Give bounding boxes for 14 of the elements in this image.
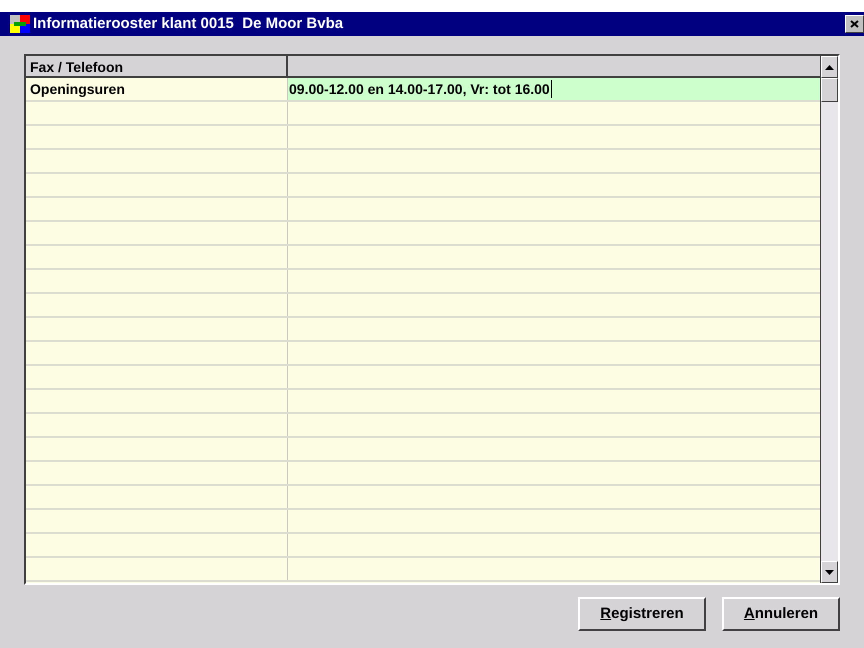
app-icon — [10, 15, 30, 33]
dialog-button[interactable]: Registreren — [578, 597, 706, 631]
input-field[interactable]: 09.00-12.00 en 14.00-17.00, Vr: tot 16.00 — [288, 78, 820, 100]
down-arrow-icon — [825, 570, 834, 574]
dialog-button[interactable]: Annuleren — [722, 597, 840, 631]
window-title: Informatierooster klant 0015 De Moor Bvba — [33, 14, 344, 34]
close-button[interactable] — [845, 15, 864, 33]
column-header: Fax / Telefoon — [26, 56, 288, 76]
scroll-up-button[interactable] — [821, 56, 838, 78]
scroll-thumb[interactable] — [821, 78, 838, 102]
close-icon — [850, 20, 859, 28]
scroll-down-button[interactable] — [821, 561, 838, 583]
scrollbar[interactable] — [820, 56, 838, 583]
up-arrow-icon — [825, 64, 834, 70]
